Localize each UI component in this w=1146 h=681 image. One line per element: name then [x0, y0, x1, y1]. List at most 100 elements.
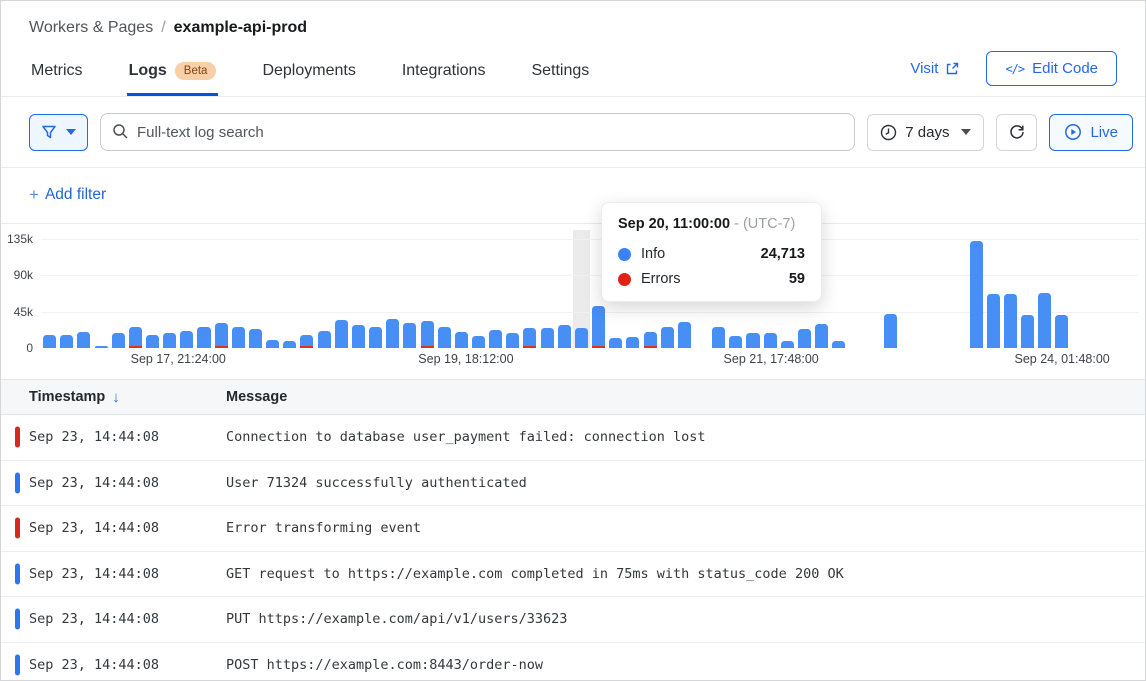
chart-y-axis: 135k90k45k0 — [1, 236, 41, 348]
refresh-icon — [1008, 123, 1026, 141]
breadcrumb-section[interactable]: Workers & Pages — [29, 19, 153, 36]
chart-bar[interactable] — [556, 236, 573, 348]
bar-info-segment — [644, 332, 657, 348]
search-input[interactable] — [100, 113, 855, 151]
bar-info-segment — [369, 327, 382, 348]
log-timestamp: Sep 23, 14:44:08 — [1, 475, 226, 491]
visit-link[interactable]: Visit — [910, 60, 960, 77]
refresh-button[interactable] — [996, 114, 1037, 151]
log-row[interactable]: Sep 23, 14:44:08Connection to database u… — [1, 415, 1145, 461]
bar-errors-segment — [592, 346, 605, 348]
log-row[interactable]: Sep 23, 14:44:08Error transforming event — [1, 506, 1145, 552]
chart-bar[interactable] — [92, 236, 109, 348]
bar-info-segment — [163, 333, 176, 348]
tab-label: Settings — [531, 62, 589, 80]
chart-bar[interactable] — [75, 236, 92, 348]
tab-metrics[interactable]: Metrics — [29, 52, 85, 96]
log-row[interactable]: Sep 23, 14:44:08User 71324 successfully … — [1, 461, 1145, 507]
chart-bar[interactable] — [350, 236, 367, 348]
chart-bar[interactable] — [882, 236, 899, 348]
message-header-label: Message — [226, 389, 287, 405]
tooltip-series-value: 59 — [789, 271, 805, 287]
chart-bar[interactable] — [401, 236, 418, 348]
log-row[interactable]: Sep 23, 14:44:08GET request to https://e… — [1, 552, 1145, 598]
sort-descending-icon[interactable]: ↓ — [112, 389, 120, 406]
plus-icon: + — [29, 185, 39, 205]
chart-bar[interactable] — [178, 236, 195, 348]
chart-bar[interactable] — [453, 236, 470, 348]
chart-bar[interactable] — [967, 236, 984, 348]
chart-bar-hovered[interactable] — [573, 236, 590, 348]
bar-info-segment — [438, 327, 451, 348]
chart-bar[interactable] — [110, 236, 127, 348]
chart-bar[interactable] — [230, 236, 247, 348]
chart-bar[interactable] — [161, 236, 178, 348]
tooltip-series-row: Info24,713 — [618, 246, 805, 262]
timestamp-column-header[interactable]: Timestamp ↓ — [1, 389, 226, 406]
tab-settings[interactable]: Settings — [529, 52, 591, 96]
bar-info-segment — [95, 346, 108, 348]
edit-code-button[interactable]: </> Edit Code — [986, 51, 1117, 86]
chart-bar[interactable] — [1105, 236, 1122, 348]
chart-bar[interactable] — [144, 236, 161, 348]
live-button[interactable]: Live — [1049, 114, 1133, 151]
chart-bar[interactable] — [1019, 236, 1036, 348]
log-row[interactable]: Sep 23, 14:44:08POST https://example.com… — [1, 643, 1145, 681]
page-header: Workers & Pages/example-api-prod — [1, 1, 1145, 37]
chart-bar[interactable] — [950, 236, 967, 348]
chart-bar[interactable] — [1088, 236, 1105, 348]
chart-bar[interactable] — [41, 236, 58, 348]
chart-bar[interactable] — [899, 236, 916, 348]
chart-bar[interactable] — [539, 236, 556, 348]
code-icon: </> — [1005, 62, 1024, 76]
chart-bar[interactable] — [436, 236, 453, 348]
chart-bar[interactable] — [58, 236, 75, 348]
chart-bar[interactable] — [281, 236, 298, 348]
chart-bar[interactable] — [470, 236, 487, 348]
tab-logs[interactable]: LogsBeta — [127, 52, 219, 96]
chart-bar[interactable] — [504, 236, 521, 348]
bar-info-segment — [335, 320, 348, 348]
chart-bar[interactable] — [1070, 236, 1087, 348]
log-row[interactable]: Sep 23, 14:44:08PUT https://example.com/… — [1, 597, 1145, 643]
chart-bar[interactable] — [865, 236, 882, 348]
chart-bar[interactable] — [367, 236, 384, 348]
chart-bar[interactable] — [830, 236, 847, 348]
bar-info-segment — [197, 327, 210, 348]
chart-bar[interactable] — [1122, 236, 1139, 348]
chart-bar[interactable] — [1053, 236, 1070, 348]
bar-errors-segment — [215, 346, 228, 348]
chart-bar[interactable] — [1002, 236, 1019, 348]
chart-bar[interactable] — [933, 236, 950, 348]
log-message: Connection to database user_payment fail… — [226, 429, 1145, 445]
chart-bar[interactable] — [418, 236, 435, 348]
bar-info-segment — [352, 325, 365, 348]
y-axis-tick: 90k — [14, 268, 33, 282]
chart-bar[interactable] — [264, 236, 281, 348]
chart-bar[interactable] — [127, 236, 144, 348]
tab-integrations[interactable]: Integrations — [400, 52, 488, 96]
chart-bar[interactable] — [213, 236, 230, 348]
chart-bar[interactable] — [1036, 236, 1053, 348]
time-range-dropdown[interactable]: 7 days — [867, 114, 984, 151]
filter-dropdown-button[interactable] — [29, 114, 88, 151]
chart-bar[interactable] — [916, 236, 933, 348]
chart-bar[interactable] — [298, 236, 315, 348]
errors-dot-icon — [618, 273, 631, 286]
visit-label: Visit — [910, 60, 938, 77]
chart-bar[interactable] — [195, 236, 212, 348]
chart-bar[interactable] — [316, 236, 333, 348]
tab-label: Logs — [129, 62, 167, 80]
add-filter-button[interactable]: + Add filter — [29, 185, 106, 205]
tab-deployments[interactable]: Deployments — [260, 52, 357, 96]
chart-bar[interactable] — [487, 236, 504, 348]
bar-info-segment — [506, 333, 519, 348]
chart-bar[interactable] — [247, 236, 264, 348]
tooltip-rows: Info24,713 Errors59 — [618, 246, 805, 287]
chart-bar[interactable] — [384, 236, 401, 348]
chart-bar[interactable] — [847, 236, 864, 348]
tooltip-series-label: Errors — [641, 271, 789, 287]
chart-bar[interactable] — [333, 236, 350, 348]
chart-bar[interactable] — [985, 236, 1002, 348]
chart-bar[interactable] — [521, 236, 538, 348]
